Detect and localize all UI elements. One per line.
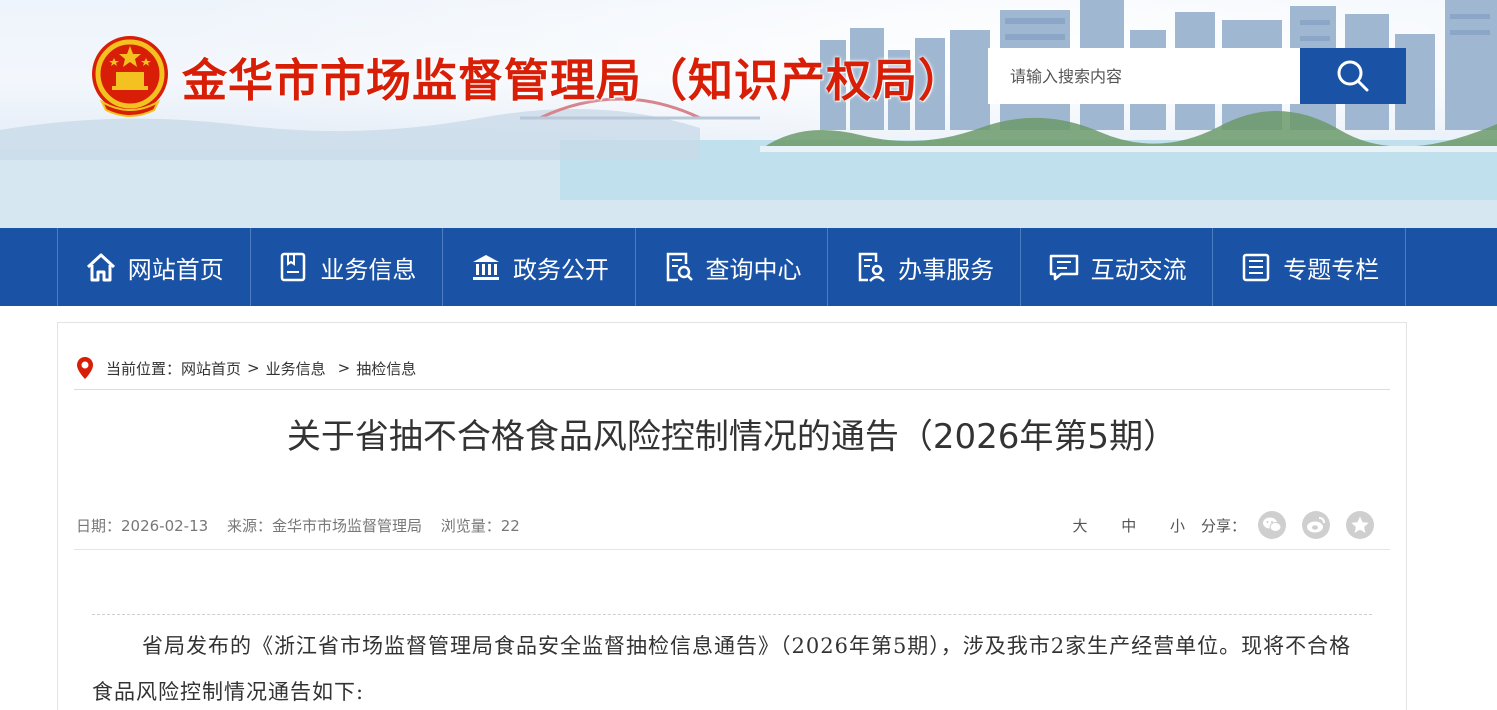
nav-item-label: 政务公开 [512, 255, 609, 284]
service-icon [854, 250, 888, 284]
divider [74, 549, 1390, 550]
column-icon [1239, 250, 1273, 284]
nav-item-services[interactable]: 办事服务 [828, 228, 1021, 306]
breadcrumb-prefix: 当前位置： [106, 359, 182, 378]
search-button[interactable] [1300, 48, 1406, 104]
nav-item-home[interactable]: 网站首页 [58, 228, 251, 306]
nav-item-special-topics[interactable]: 专题专栏 [1213, 228, 1407, 306]
nav-item-label: 业务信息 [320, 255, 417, 284]
divider [74, 389, 1390, 390]
breadcrumb-link-home[interactable]: 网站首页 [181, 358, 241, 379]
city-skyline-illustration [0, 0, 1497, 228]
chat-icon [1047, 250, 1081, 284]
home-icon [84, 250, 118, 284]
breadcrumb-separator: > [337, 359, 351, 377]
article-views: 浏览量：22 [440, 517, 520, 535]
nav-bar: 网站首页 业务信息 政务公开 查询中心 办事服务 互动交流 专题专栏 [57, 228, 1407, 306]
article-container: 当前位置： 网站首页 > 业务信息 > 抽检信息 关于省抽不合格食品风险控制情况… [57, 322, 1407, 710]
document-icon [276, 250, 310, 284]
favorite-share-button[interactable] [1346, 511, 1374, 539]
nav-item-query-center[interactable]: 查询中心 [636, 228, 829, 306]
font-size-large-button[interactable]: 大 [1058, 515, 1102, 536]
search-icon [1337, 60, 1369, 92]
national-emblem-icon [88, 32, 172, 118]
favorite-icon [1351, 516, 1369, 533]
search-input[interactable] [988, 48, 1300, 104]
header-banner: 金华市市场监督管理局（知识产权局） [0, 0, 1497, 228]
search-doc-icon [662, 250, 696, 284]
breadcrumb-link-inspection-info[interactable]: 抽检信息 [356, 358, 416, 379]
wechat-share-button[interactable] [1258, 511, 1286, 539]
breadcrumb: 当前位置： 网站首页 > 业务信息 > 抽检信息 [76, 353, 416, 383]
weibo-share-button[interactable] [1302, 511, 1330, 539]
article-meta: 日期：2026-02-13 来源：金华市市场监督管理局 浏览量：22 [76, 515, 534, 536]
breadcrumb-link-business-info[interactable]: 业务信息 [266, 358, 326, 379]
share-label: 分享： [1201, 517, 1247, 535]
nav-item-label: 查询中心 [705, 255, 802, 284]
site-title[interactable]: 金华市市场监督管理局（知识产权局） [182, 44, 964, 109]
nav-item-label: 网站首页 [127, 255, 224, 284]
wechat-icon [1263, 517, 1282, 532]
bank-icon [469, 250, 503, 284]
article-date: 日期：2026-02-13 [76, 517, 209, 535]
nav-item-government-affairs[interactable]: 政务公开 [443, 228, 636, 306]
font-size-small-button[interactable]: 小 [1156, 515, 1200, 536]
nav-item-label: 互动交流 [1090, 255, 1187, 284]
article-title: 关于省抽不合格食品风险控制情况的通告（2026年第5期） [286, 417, 1178, 457]
font-size-controls: 大 中 小 [1058, 515, 1200, 536]
main-nav: 网站首页 业务信息 政务公开 查询中心 办事服务 互动交流 专题专栏 [0, 228, 1497, 306]
font-size-medium-button[interactable]: 中 [1107, 515, 1151, 536]
article-source: 来源：金华市市场监督管理局 [226, 517, 422, 535]
weibo-icon [1307, 517, 1325, 533]
nav-item-business-info[interactable]: 业务信息 [251, 228, 444, 306]
dashed-divider [92, 614, 1372, 615]
breadcrumb-separator: > [247, 359, 260, 377]
nav-item-interaction[interactable]: 互动交流 [1021, 228, 1214, 306]
nav-item-label: 专题专栏 [1283, 255, 1380, 284]
nav-item-label: 办事服务 [898, 255, 995, 284]
article-body-paragraph: 省局发布的《浙江省市场监督管理局食品安全监督抽检信息通告》（2026年第5期），… [92, 634, 1352, 704]
location-pin-icon [77, 357, 93, 379]
